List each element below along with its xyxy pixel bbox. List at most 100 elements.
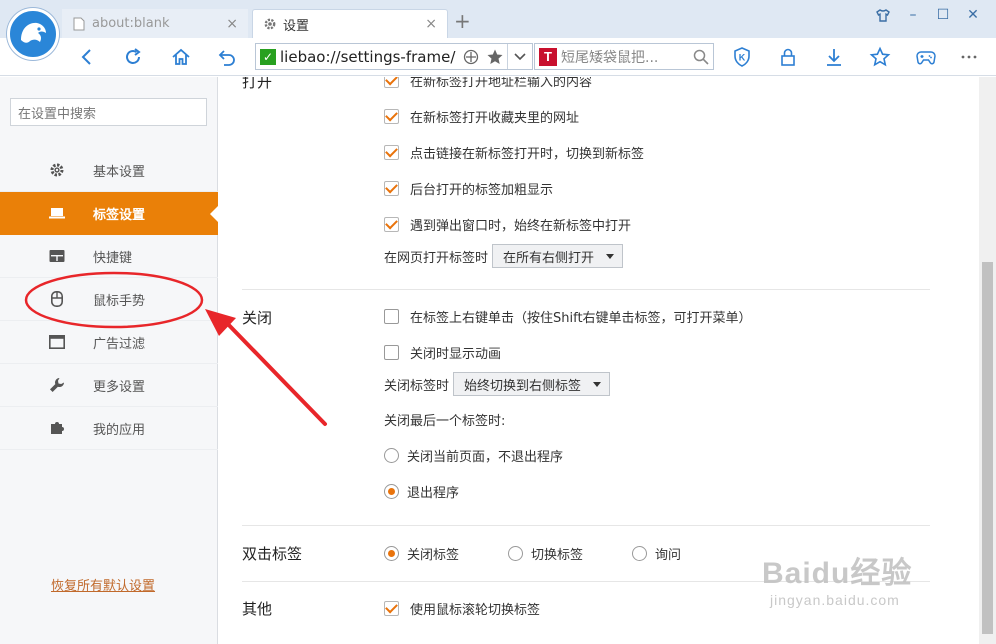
shield-button[interactable]: K (729, 44, 755, 70)
sidebar-item-label: 我的应用 (93, 422, 146, 438)
radio-close-page-keep-app[interactable]: 关闭当前页面，不退出程序 (384, 446, 563, 465)
checkbox[interactable] (384, 145, 399, 160)
close-window-button[interactable]: ✕ (958, 4, 988, 26)
download-button[interactable] (821, 44, 847, 70)
search-input[interactable]: 短尾矮袋鼠把... (561, 47, 689, 67)
watermark-logo-text: Baidu经验 (762, 557, 913, 590)
back-arrow-icon (81, 49, 91, 65)
radio-button[interactable] (632, 546, 647, 561)
lock-button[interactable] (775, 44, 801, 70)
checkbox[interactable] (384, 181, 399, 196)
search-engine-icon[interactable]: T (539, 47, 557, 66)
home-icon (172, 48, 190, 65)
home-button[interactable] (168, 44, 194, 70)
radio-button[interactable] (508, 546, 523, 561)
sidebar-item-my-apps[interactable]: 我的应用 (0, 407, 218, 450)
new-tab-button[interactable]: + (454, 11, 471, 31)
scrollbar-thumb[interactable] (982, 262, 993, 634)
tab-about-blank[interactable]: about:blank × (62, 9, 248, 38)
checkbox[interactable] (384, 217, 399, 232)
checkbox[interactable] (384, 345, 399, 360)
plugin-icon[interactable] (459, 44, 483, 69)
sidebar-item-tabs[interactable]: 标签设置 (0, 192, 218, 235)
tab-title: about:blank (92, 16, 170, 31)
address-input[interactable]: liebao://settings-frame/ (280, 48, 459, 66)
webpage-open-setting: 在网页打开标签时 在所有右侧打开 (384, 244, 624, 268)
page-icon (72, 17, 86, 31)
radio-exit-program[interactable]: 退出程序 (384, 482, 459, 501)
checkbox[interactable] (384, 309, 399, 324)
tab-close-icon[interactable]: × (425, 16, 437, 32)
shield-icon: K (734, 47, 750, 67)
refresh-button[interactable] (120, 44, 146, 70)
restore-defaults-link[interactable]: 恢复所有默认设置 (51, 575, 155, 594)
mouse-icon (48, 290, 66, 308)
checkbox[interactable] (384, 109, 399, 124)
radio-button[interactable] (384, 546, 399, 561)
radio-dblclick-ask[interactable]: 询问 (632, 544, 681, 563)
sidebar-item-basic[interactable]: 基本设置 (0, 149, 218, 192)
tab-settings[interactable]: 设置 × (252, 9, 448, 38)
sidebar-item-mouse-gestures[interactable]: 鼠标手势 (0, 278, 218, 321)
browser-logo[interactable] (7, 8, 59, 60)
back-button[interactable] (74, 44, 100, 70)
sidebar-item-label: 广告过滤 (93, 336, 146, 352)
close-tab-select[interactable]: 始终切换到右侧标签 (453, 372, 611, 396)
maximize-button[interactable]: ☐ (928, 4, 958, 26)
search-icon[interactable] (689, 49, 713, 65)
window-icon (48, 333, 66, 351)
settings-menu: 基本设置 标签设置 快捷键 鼠标手势 广告过滤 更多设置 我的应用 (0, 149, 218, 450)
radio-dblclick-switch[interactable]: 切换标签 (508, 544, 583, 563)
radio-dblclick-close[interactable]: 关闭标签 (384, 544, 459, 563)
toolbar: ✓ liebao://settings-frame/ T 短尾矮袋鼠把... K (0, 38, 996, 76)
menu-button[interactable] (956, 44, 982, 70)
address-dropdown-icon[interactable] (508, 44, 532, 69)
option-switch-new-tab[interactable]: 点击链接在新标签打开时，切换到新标签 (384, 143, 644, 162)
radio-button[interactable] (384, 484, 399, 499)
sidebar-item-more-settings[interactable]: 更多设置 (0, 364, 218, 407)
close-tab-setting: 关闭标签时 始终切换到右侧标签 (384, 372, 611, 396)
option-wheel-switch-tabs[interactable]: 使用鼠标滚轮切换标签 (384, 599, 540, 618)
checkbox[interactable] (384, 77, 399, 88)
gear-icon (263, 17, 277, 31)
option-label: 后台打开的标签加粗显示 (410, 183, 554, 198)
minimize-button[interactable]: – (898, 4, 928, 26)
refresh-icon (126, 48, 141, 64)
option-open-addressbar[interactable]: 在新标签打开地址栏输入的内容 (384, 77, 592, 90)
tab-close-icon[interactable]: × (226, 16, 238, 32)
address-bar[interactable]: ✓ liebao://settings-frame/ (255, 43, 533, 70)
undo-button[interactable] (214, 44, 240, 70)
option-label: 在新标签打开地址栏输入的内容 (410, 77, 593, 90)
bookmark-star-icon[interactable] (483, 44, 507, 69)
option-popup-new-tab[interactable]: 遇到弹出窗口时，始终在新标签中打开 (384, 215, 631, 234)
option-bold-background-tabs[interactable]: 后台打开的标签加粗显示 (384, 179, 553, 198)
sidebar-item-shortcuts[interactable]: 快捷键 (0, 235, 218, 278)
sidebar-item-ad-filter[interactable]: 广告过滤 (0, 321, 218, 364)
window-controls: – ☐ ✕ (868, 4, 988, 26)
radio-button[interactable] (384, 448, 399, 463)
option-right-click-close[interactable]: 在标签上右键单击（按住Shift右键单击标签，可打开菜单） (384, 307, 752, 326)
option-label: 在标签上右键单击（按住Shift右键单击标签，可打开菜单） (410, 311, 752, 326)
favorites-button[interactable] (867, 44, 893, 70)
option-label: 询问 (655, 548, 682, 563)
option-label: 使用鼠标滚轮切换标签 (410, 603, 541, 618)
settings-search-input[interactable]: 在设置中搜索 (10, 98, 207, 126)
option-close-animation[interactable]: 关闭时显示动画 (384, 343, 501, 362)
sidebar-item-label: 快捷键 (93, 250, 133, 266)
option-label: 关闭当前页面，不退出程序 (407, 450, 564, 465)
secure-check-icon: ✓ (260, 48, 276, 65)
option-open-favorites[interactable]: 在新标签打开收藏夹里的网址 (384, 107, 579, 126)
svg-text:K: K (739, 53, 746, 63)
skin-icon[interactable] (868, 4, 898, 26)
search-bar[interactable]: T 短尾矮袋鼠把... (534, 43, 714, 70)
option-label: 关闭标签 (407, 548, 460, 563)
sidebar-item-label: 标签设置 (93, 207, 146, 223)
tab-title: 设置 (283, 18, 310, 34)
option-label: 切换标签 (531, 548, 584, 563)
download-icon (827, 49, 841, 66)
sidebar-item-label: 更多设置 (93, 379, 146, 395)
webpage-open-select[interactable]: 在所有右侧打开 (492, 244, 624, 268)
dropdown-arrow-icon (606, 253, 615, 259)
game-button[interactable] (913, 44, 939, 70)
checkbox[interactable] (384, 601, 399, 616)
